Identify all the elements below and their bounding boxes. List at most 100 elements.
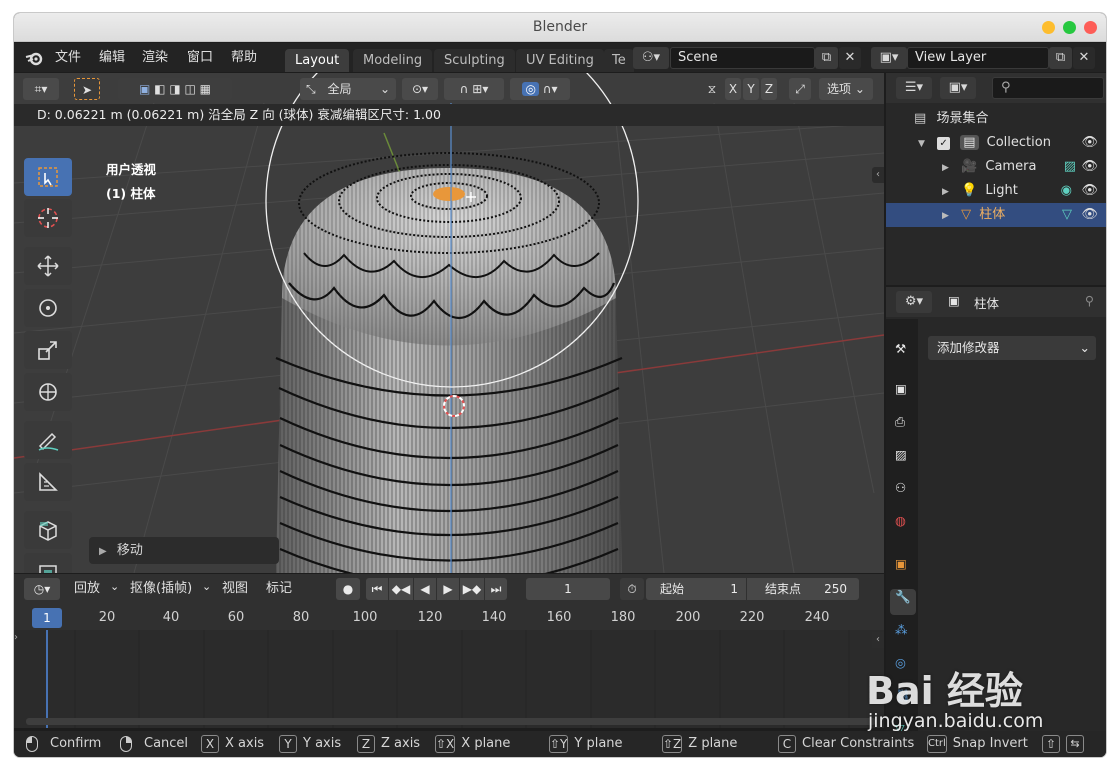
eye-icon[interactable]: 👁 <box>1081 203 1098 227</box>
close-button[interactable] <box>1084 21 1097 34</box>
pin-icon[interactable]: ⚲ <box>1085 293 1094 308</box>
tab-view-layer[interactable]: ▨ <box>890 447 916 473</box>
tab-render[interactable]: ▣ <box>890 381 916 407</box>
mirror-z-toggle[interactable]: Z <box>761 78 777 100</box>
editor-type-button[interactable]: ⌗▾ <box>23 78 59 100</box>
outliner-editor-type-button[interactable]: ☰▾ <box>896 77 932 99</box>
tab-constraints[interactable]: ⛓ <box>890 688 916 714</box>
jump-start-button[interactable]: ⏮ <box>366 578 388 600</box>
timeline-track-area[interactable] <box>14 630 884 728</box>
outliner-row-camera[interactable]: ▶ 🎥 Camera ▨ 👁 <box>886 155 1106 179</box>
current-frame-field[interactable]: 1 <box>526 578 610 600</box>
transform-orientation-dropdown[interactable]: ⤡ 全局 ⌄ <box>300 78 396 100</box>
menu-file[interactable]: 文件 <box>55 43 81 72</box>
selection-mode-group[interactable]: ▣ ◧ ◨ ◫ ▦ <box>118 78 232 100</box>
tool-measure[interactable] <box>24 463 72 501</box>
options-dropdown[interactable]: 选项 ⌄ <box>819 78 873 100</box>
eye-icon[interactable]: 👁 <box>1081 131 1098 155</box>
tab-modeling[interactable]: Modeling <box>353 49 433 72</box>
last-operator-panel[interactable]: ▶ 移动 <box>89 537 279 564</box>
scene-name-field[interactable]: Scene <box>670 47 815 69</box>
checkbox-icon[interactable]: ✓ <box>937 137 951 150</box>
proportional-edit-button[interactable]: ◎ ∩▾ <box>510 78 570 100</box>
next-keyframe-button[interactable]: ▶◆ <box>460 578 484 600</box>
tool-rotate[interactable] <box>24 289 72 327</box>
camera-data-icon[interactable]: ▨ <box>1064 155 1076 179</box>
menu-render[interactable]: 渲染 <box>142 43 168 72</box>
viewport-scene[interactable] <box>14 73 884 573</box>
eye-icon[interactable]: 👁 <box>1081 155 1098 179</box>
light-data-icon[interactable]: ◉ <box>1061 179 1072 203</box>
play-reverse-button[interactable]: ◀ <box>414 578 436 600</box>
mirror-y-toggle[interactable]: Y <box>743 78 759 100</box>
start-frame-field[interactable]: 起始 1 <box>646 578 746 600</box>
sidebar-toggle-icon[interactable]: ‹ <box>872 632 884 648</box>
properties-editor-type-button[interactable]: ⚙▾ <box>896 291 932 313</box>
eye-icon[interactable]: 👁 <box>1081 179 1098 203</box>
menu-help[interactable]: 帮助 <box>231 43 257 72</box>
tool-cursor[interactable] <box>24 199 72 237</box>
mirror-x-toggle[interactable]: X <box>725 78 741 100</box>
add-modifier-dropdown[interactable]: 添加修改器 ⌄ <box>928 336 1096 360</box>
tab-uv-editing[interactable]: UV Editing <box>516 49 604 72</box>
outliner-row-light[interactable]: ▶ 💡 Light ◉ 👁 <box>886 179 1106 203</box>
tab-texture-paint[interactable]: Te <box>604 49 634 72</box>
tab-modifiers[interactable]: 🔧 <box>890 589 916 615</box>
menu-playback[interactable]: 回放 <box>74 578 100 600</box>
tab-particles[interactable]: ⁂ <box>890 622 916 648</box>
channel-expand-icon[interactable]: › <box>14 632 18 643</box>
select-mode-button[interactable]: ➤ <box>74 78 100 100</box>
record-button[interactable]: ● <box>336 578 360 600</box>
outliner-row-cylinder[interactable]: ▶ ▽ 柱体 ▽ 👁 <box>886 203 1106 227</box>
outliner-search-input[interactable]: ⚲ <box>992 77 1104 99</box>
new-scene-button[interactable]: ⧉ <box>815 47 838 69</box>
end-frame-field[interactable]: 结束点 250 <box>747 578 859 600</box>
delete-view-layer-button[interactable]: ✕ <box>1073 47 1095 69</box>
auto-merge-button[interactable]: ⤢ <box>789 78 811 100</box>
tool-annotate[interactable] <box>24 421 72 459</box>
play-button[interactable]: ▶ <box>437 578 459 600</box>
frame-ruler[interactable]: 1 20 40 60 80 100 120 140 160 180 200 22… <box>14 604 884 630</box>
mirror-icon[interactable]: ⧖ <box>703 78 721 100</box>
tool-scale[interactable] <box>24 331 72 369</box>
menu-marker[interactable]: 标记 <box>266 578 292 600</box>
minimize-button[interactable] <box>1042 21 1055 34</box>
view-layer-selector[interactable]: ▣▾ <box>871 47 907 69</box>
tab-output[interactable]: ⎙ <box>890 414 916 440</box>
sidebar-toggle-icon[interactable]: ‹ <box>872 167 884 183</box>
tab-tool[interactable]: ⚒ <box>890 341 916 367</box>
menu-keying[interactable]: 抠像(插帧) <box>130 578 192 600</box>
tab-layout[interactable]: Layout <box>285 49 350 72</box>
new-view-layer-button[interactable]: ⧉ <box>1049 47 1072 69</box>
jump-end-button[interactable]: ⏭ <box>485 578 507 600</box>
outliner-row-scene-collection[interactable]: ▤ 场景集合 <box>886 107 1106 131</box>
tool-select-box[interactable] <box>24 158 72 196</box>
tool-extrude[interactable] <box>24 553 72 573</box>
tab-sculpting[interactable]: Sculpting <box>434 49 515 72</box>
tool-add-cube[interactable] <box>24 511 72 549</box>
mesh-data-icon[interactable]: ▽ <box>1062 203 1072 227</box>
scene-selector[interactable]: ⚇▾ <box>633 47 669 69</box>
delete-scene-button[interactable]: ✕ <box>839 47 861 69</box>
view-layer-name-field[interactable]: View Layer <box>907 47 1049 69</box>
preview-range-button[interactable]: ⏱ <box>620 578 644 600</box>
outliner-row-collection[interactable]: ▼ ✓ ▤ Collection 👁 <box>886 131 1106 155</box>
tab-physics[interactable]: ◎ <box>890 655 916 681</box>
blender-logo-icon[interactable] <box>24 49 44 66</box>
tab-world[interactable]: ◍ <box>890 513 916 539</box>
snap-button[interactable]: ∩ ⊞▾ <box>444 78 504 100</box>
menu-window[interactable]: 窗口 <box>187 43 213 72</box>
tab-scene[interactable]: ⚇ <box>890 480 916 506</box>
tab-object[interactable]: ▣ <box>890 556 916 582</box>
menu-view[interactable]: 视图 <box>222 578 248 600</box>
menu-edit[interactable]: 编辑 <box>99 43 125 72</box>
timeline-editor[interactable]: ◷▾ 回放 ⌄ 抠像(插帧) ⌄ 视图 标记 ● ⏮ ◆◀ ◀ ▶ ▶◆ ⏭ 1… <box>14 574 884 728</box>
timeline-editor-type-button[interactable]: ◷▾ <box>24 578 60 600</box>
pivot-point-button[interactable]: ⊙▾ <box>402 78 438 100</box>
tool-move[interactable] <box>24 247 72 285</box>
display-mode-button[interactable]: ▣▾ <box>940 77 976 99</box>
current-frame-indicator[interactable]: 1 <box>32 608 62 628</box>
prev-keyframe-button[interactable]: ◆◀ <box>389 578 413 600</box>
maximize-button[interactable] <box>1063 21 1076 34</box>
tool-transform[interactable] <box>24 373 72 411</box>
